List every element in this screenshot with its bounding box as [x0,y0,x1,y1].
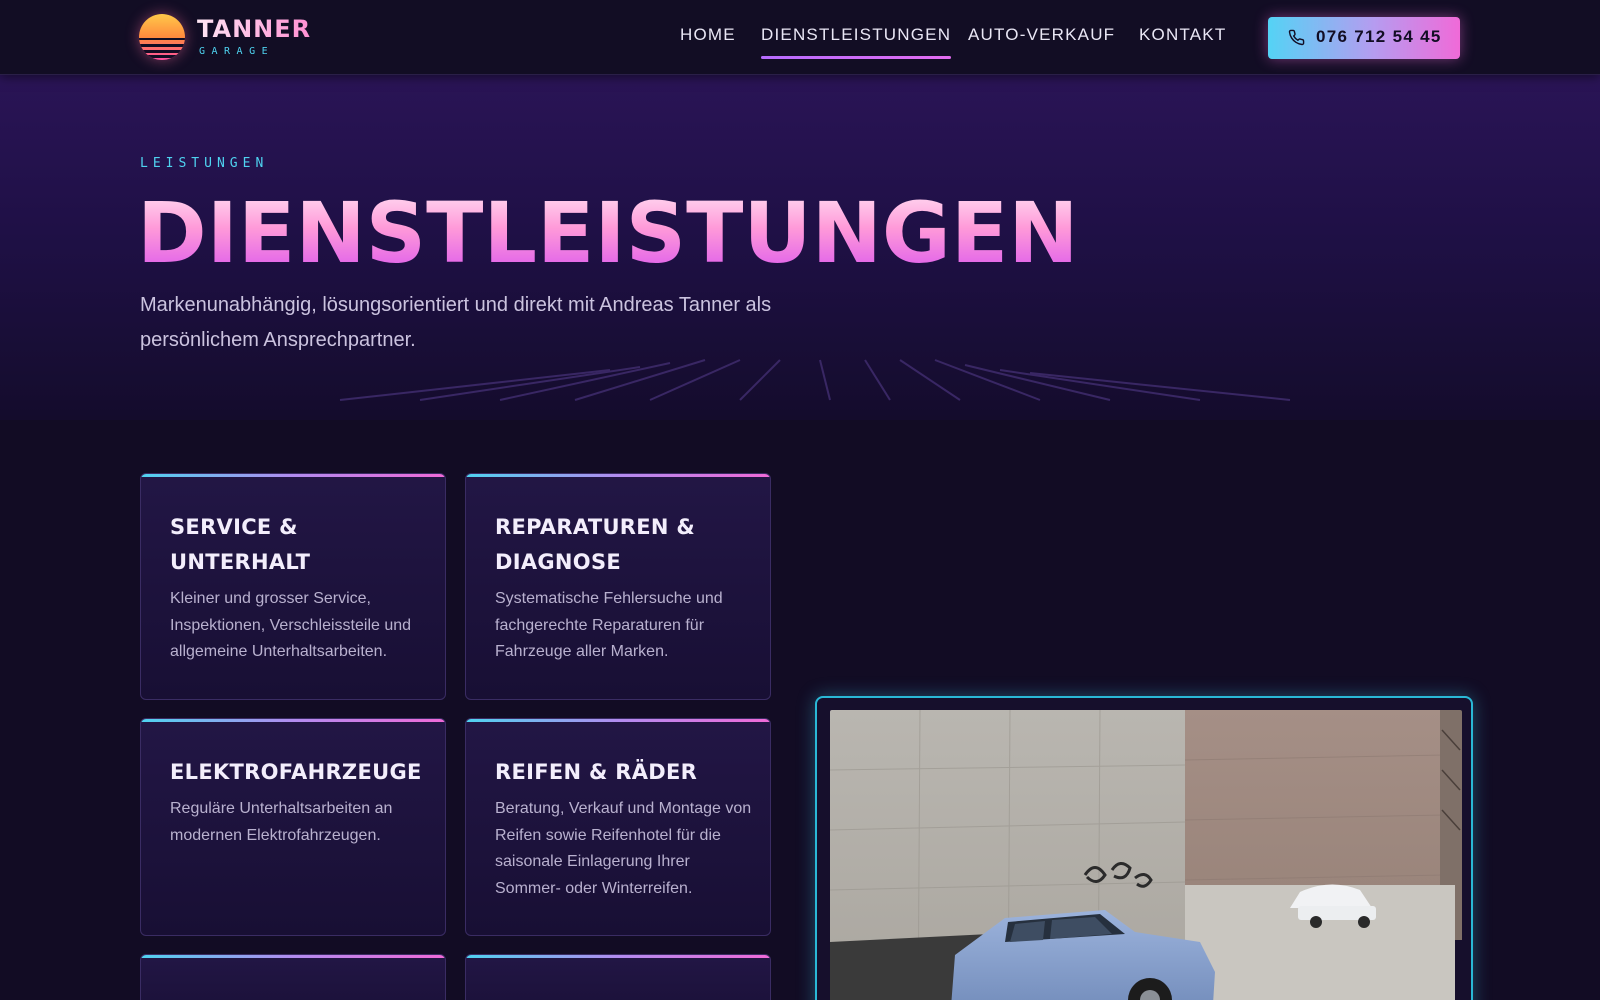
service-card-description: Kleiner und grosser Service, Inspektione… [170,590,412,661]
service-card-title: REIFEN & RÄDER [495,760,698,784]
nav-item-auto-verkauf[interactable]: AUTO-VERKAUF [968,25,1115,45]
brand-subtitle: GARAGE [199,46,275,57]
sunset-logo-icon [139,14,185,60]
top-navigation: TANNER GARAGE HOME DIENSTLEISTUNGEN AUTO… [0,0,1600,75]
service-card-title: ELEKTROFAHRZEUGE [170,760,422,784]
service-card-partial[interactable] [140,954,446,1000]
service-card[interactable]: SERVICE & UNTERHALT Kleiner und grosser … [140,473,446,700]
brand-name: TANNER [197,15,312,43]
service-card-title: SERVICE & UNTERHALT [170,515,311,574]
hero-section: LEISTUNGEN DIENSTLEISTUNGEN Markenunabhä… [0,75,1600,420]
garage-photo-frame [815,696,1473,1000]
nav-item-home[interactable]: HOME [680,25,736,45]
garage-photo [830,710,1462,1000]
phone-call-button[interactable]: 076 712 54 45 [1268,17,1460,59]
service-card[interactable]: REPARATUREN & DIAGNOSE Systematische Feh… [465,473,771,700]
phone-icon [1288,29,1305,46]
service-card-description: Beratung, Verkauf und Montage von Reifen… [495,800,752,897]
page-title: DIENSTLEISTUNGEN [137,184,1079,282]
service-card-title: REPARATUREN & DIAGNOSE [495,515,696,574]
synthwave-grid-horizon [60,359,1540,401]
service-card-description: Systematische Fehlersuche und fachgerech… [495,590,723,661]
brand-logo[interactable]: TANNER GARAGE [139,14,329,62]
service-card-partial[interactable] [465,954,771,1000]
service-card-description: Reguläre Unterhaltsarbeiten an modernen … [170,800,393,844]
service-card[interactable]: ELEKTROFAHRZEUGE Reguläre Unterhaltsarbe… [140,718,446,936]
phone-number: 076 712 54 45 [1316,27,1442,46]
hero-description: Markenunabhängig, lösungsorientiert und … [140,294,772,351]
nav-item-dienstleistungen[interactable]: DIENSTLEISTUNGEN [761,25,952,59]
section-eyebrow: LEISTUNGEN [140,156,269,171]
nav-item-kontakt[interactable]: KONTAKT [1139,25,1226,45]
service-card[interactable]: REIFEN & RÄDER Beratung, Verkauf und Mon… [465,718,771,936]
